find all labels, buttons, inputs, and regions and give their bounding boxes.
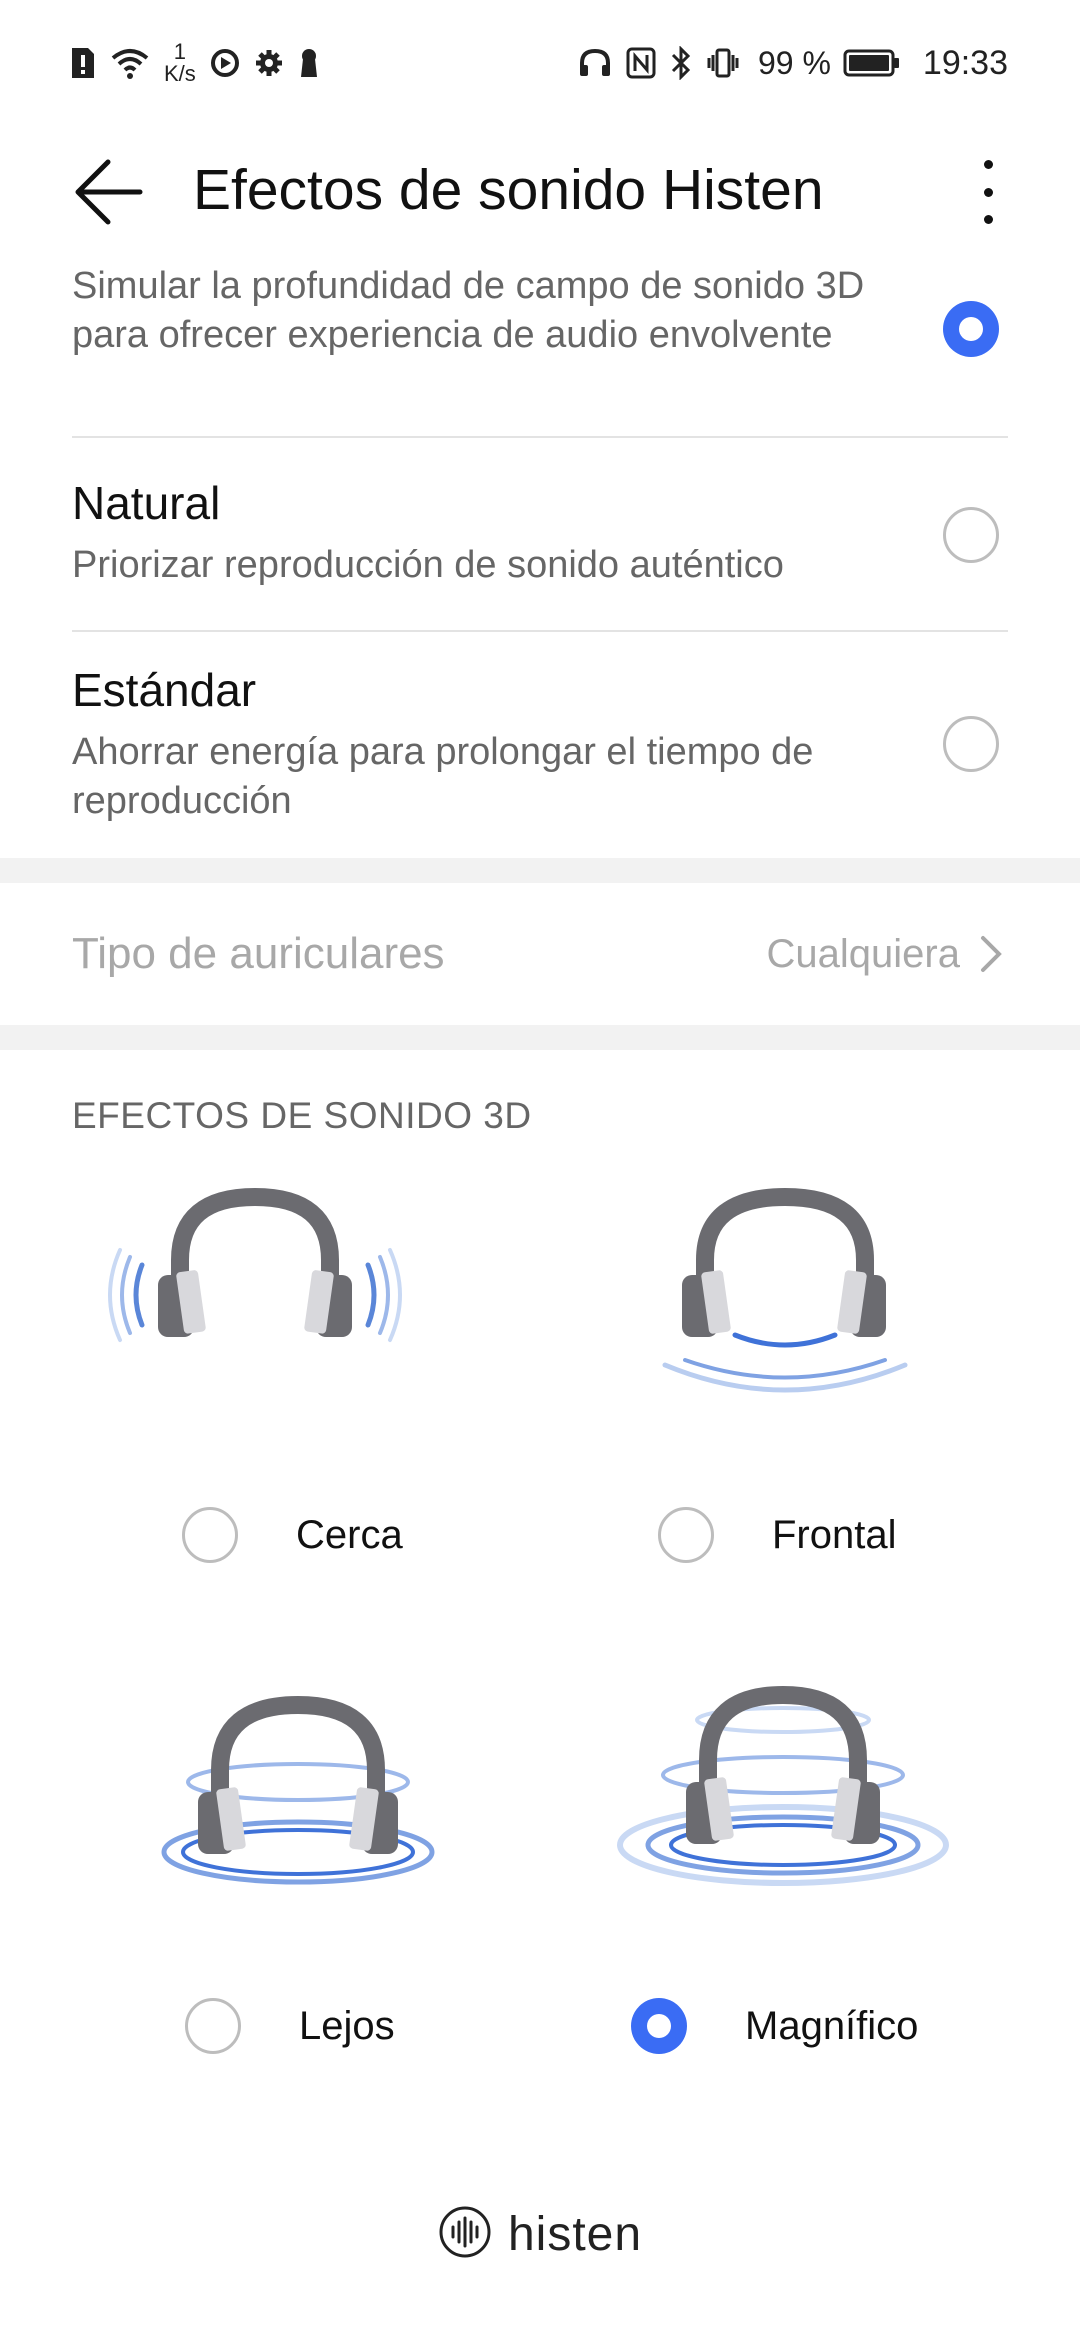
battery-percent: 99 % <box>757 44 831 81</box>
option-title: Estándar <box>72 664 257 716</box>
chevron-right-icon <box>975 933 1005 975</box>
divider <box>72 436 1008 438</box>
effect-radio-far[interactable] <box>185 1998 241 2054</box>
option-description: Simular la profundidad de campo de sonid… <box>72 265 865 356</box>
effect-radio-near[interactable] <box>182 1507 238 1563</box>
mode-option-natural[interactable]: Natural Priorizar reproducción de sonido… <box>0 475 1080 625</box>
effect-radio-front[interactable] <box>658 1507 714 1563</box>
headphones-grand-icon <box>617 1685 949 1886</box>
option-description: Priorizar reproducción de sonido auténti… <box>72 544 784 586</box>
option-description: Ahorrar energía para prolongar el tiempo… <box>72 731 814 822</box>
more-vertical-icon[interactable] <box>968 152 1008 232</box>
mode-radio-standard[interactable] <box>943 716 999 772</box>
histen-logo: histen <box>0 2205 1080 2264</box>
effect-near[interactable]: Cerca <box>30 1175 570 1575</box>
effect-far[interactable]: Lejos <box>30 1670 570 2070</box>
brand-name: histen <box>507 2208 643 2261</box>
effect-radio-grand[interactable] <box>631 1998 687 2054</box>
option-title: Natural <box>72 477 221 529</box>
section-separator <box>0 1025 1080 1050</box>
network-speed: 1 K/s <box>164 41 196 85</box>
speed-unit: K/s <box>164 61 196 86</box>
clock: 19:33 <box>922 43 1008 82</box>
effect-label: Cerca <box>296 1512 403 1557</box>
settings-icon <box>254 48 284 78</box>
earphone-type-label: Tipo de auriculares <box>72 929 445 978</box>
earphone-type-row[interactable]: Tipo de auriculares Cualquiera <box>0 883 1080 1025</box>
earphone-type-value: Cualquiera <box>766 932 960 976</box>
sim-alert-icon <box>70 46 96 80</box>
wifi-icon <box>110 46 150 80</box>
effect-label: Magnífico <box>745 2003 919 2048</box>
divider <box>72 630 1008 632</box>
effect-grand[interactable]: Magnífico <box>540 1670 1080 2070</box>
mode-radio-natural[interactable] <box>943 507 999 563</box>
section-separator <box>0 858 1080 883</box>
page-title: Efectos de sonido Histen <box>193 158 824 222</box>
keyhole-icon <box>298 47 320 79</box>
mode-option-standard[interactable]: Estándar Ahorrar energía para prolongar … <box>0 662 1080 832</box>
headphones-far-icon <box>161 1695 435 1885</box>
headphones-front-icon <box>662 1187 908 1393</box>
bluetooth-icon <box>670 46 692 80</box>
histen-logo-icon <box>438 2205 492 2264</box>
vibrate-icon <box>706 47 740 79</box>
mode-option-3d[interactable]: Simular la profundidad de campo de sonid… <box>0 262 1080 442</box>
battery-icon <box>843 48 901 78</box>
arrow-left-icon[interactable] <box>70 154 146 230</box>
speed-value: 1 <box>173 39 187 64</box>
effect-label: Frontal <box>772 1512 897 1557</box>
effect-label: Lejos <box>299 2003 395 2048</box>
status-bar: 1 K/s 99 % 19:33 <box>0 0 1080 120</box>
title-bar: Efectos de sonido Histen <box>0 130 1080 250</box>
mode-radio-3d[interactable] <box>943 301 999 357</box>
effect-front[interactable]: Frontal <box>540 1175 1080 1575</box>
nfc-icon <box>626 47 656 79</box>
headphones-icon <box>578 48 612 78</box>
media-icon <box>210 48 240 78</box>
section-heading: EFECTOS DE SONIDO 3D <box>72 1095 532 1136</box>
headphones-near-icon <box>108 1187 402 1342</box>
